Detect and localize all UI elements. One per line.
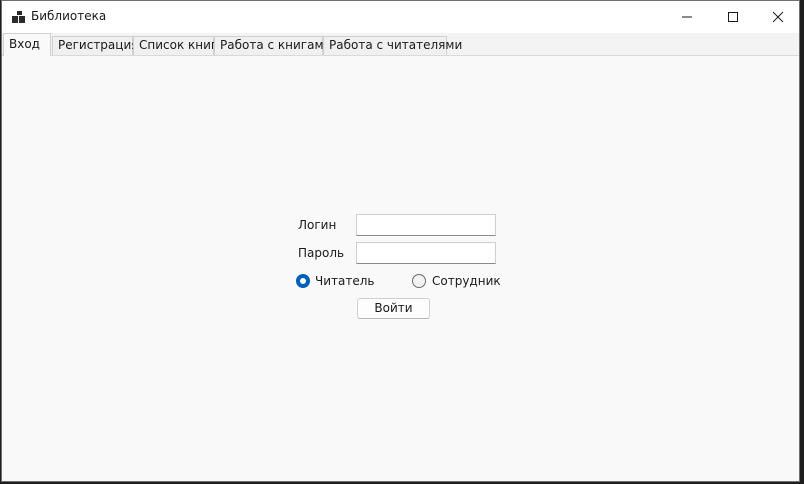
minimize-button[interactable] — [664, 1, 710, 33]
tab-strip: Вход Регистрация Список книг Работа с кн… — [2, 33, 799, 56]
reader-radio-label[interactable]: Читатель — [315, 274, 374, 288]
maximize-icon — [728, 12, 738, 22]
tab-readers-management[interactable]: Работа с читателями — [323, 36, 462, 55]
employee-radio[interactable] — [412, 274, 426, 288]
tab-book-list[interactable]: Список книг — [133, 36, 217, 55]
password-label: Пароль — [298, 246, 345, 260]
title-bar[interactable]: Библиотека — [2, 1, 799, 33]
password-input[interactable] — [356, 242, 496, 264]
tab-login[interactable]: Вход — [3, 33, 51, 56]
minimize-icon — [682, 16, 692, 18]
close-icon — [772, 11, 784, 23]
maximize-button[interactable] — [710, 1, 756, 33]
employee-radio-label[interactable]: Сотрудник — [432, 274, 501, 288]
tab-books-management[interactable]: Работа с книгами — [214, 36, 331, 55]
reader-radio[interactable] — [296, 274, 310, 288]
login-button[interactable]: Войти — [357, 298, 430, 319]
login-input[interactable] — [356, 214, 496, 236]
login-label: Логин — [298, 218, 337, 232]
app-icon — [12, 11, 25, 23]
close-button[interactable] — [755, 1, 801, 33]
app-window: Библиотека Вход Регистрация Список книг … — [1, 0, 800, 482]
tab-registration[interactable]: Регистрация — [52, 36, 138, 55]
window-title: Библиотека — [31, 9, 107, 23]
